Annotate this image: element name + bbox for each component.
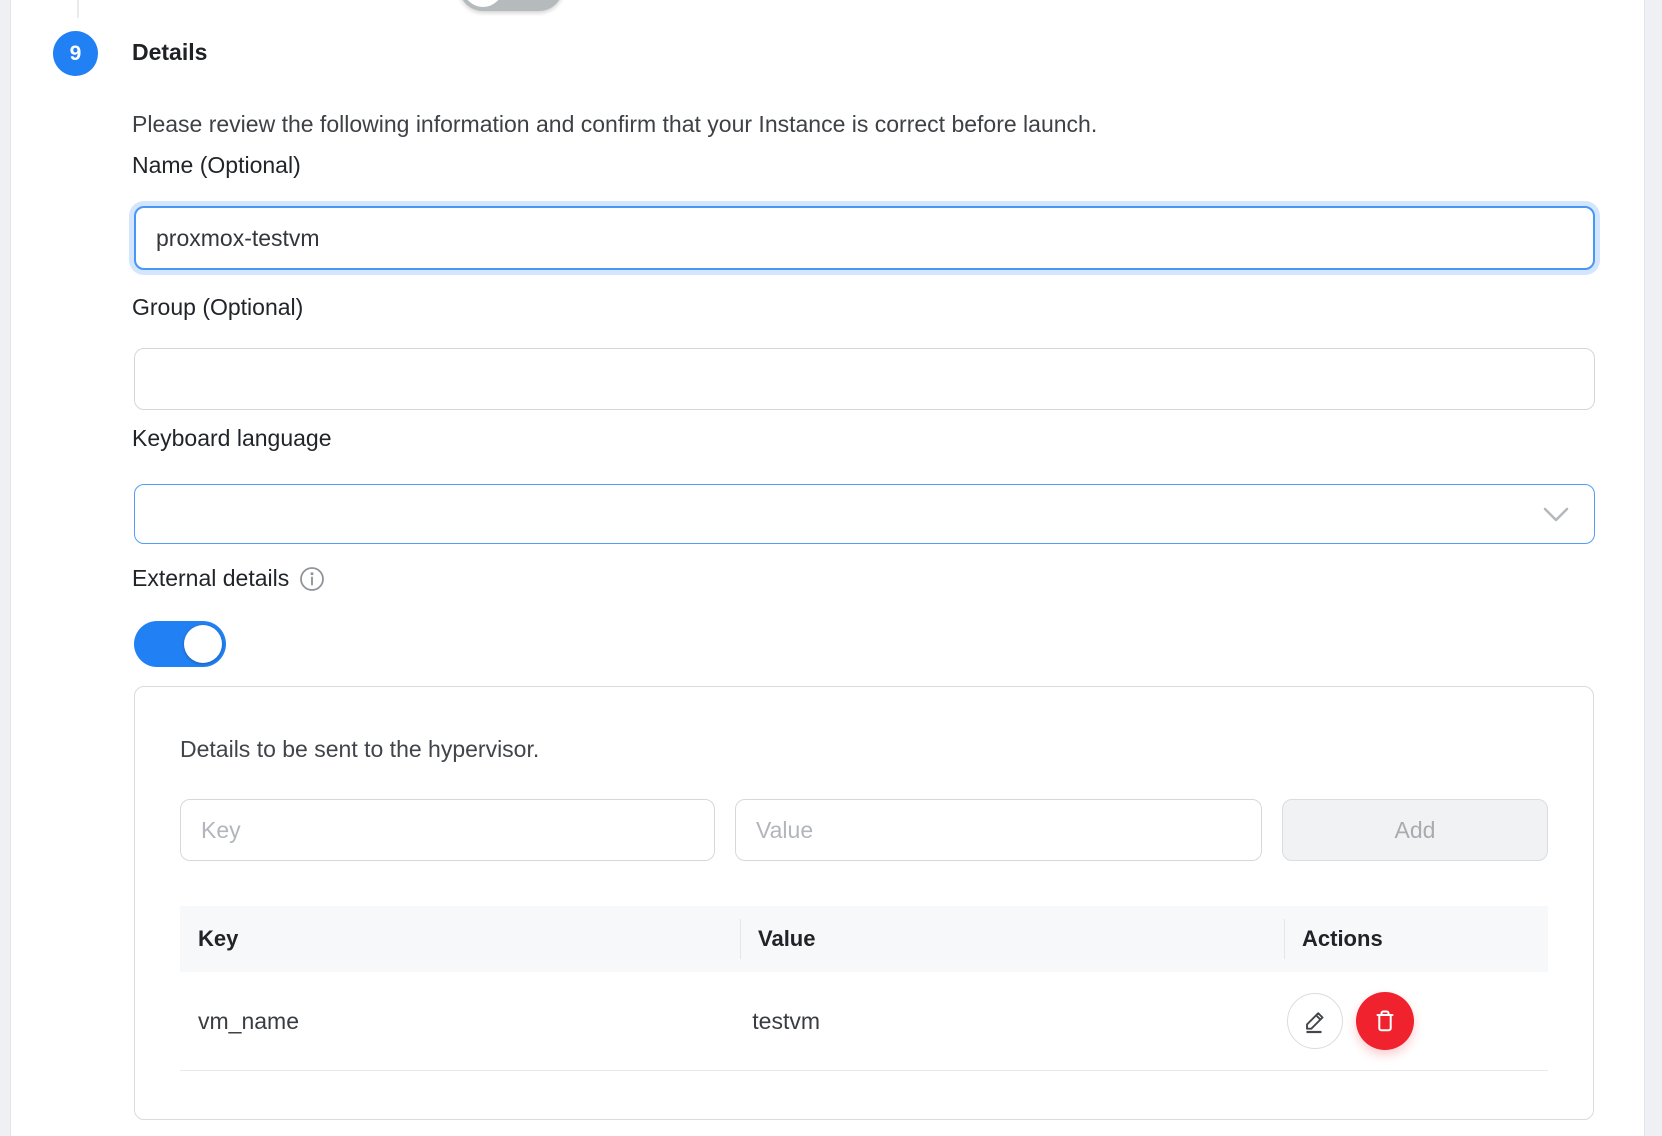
row-value: testvm [734, 1008, 1272, 1035]
hypervisor-details-panel: Details to be sent to the hypervisor. Ad… [134, 686, 1594, 1120]
edit-button[interactable] [1287, 993, 1343, 1049]
chevron-down-icon [1542, 506, 1570, 523]
external-details-label: External details [132, 565, 289, 592]
group-label: Group (Optional) [132, 294, 303, 321]
pencil-icon [1301, 1007, 1329, 1035]
add-button[interactable]: Add [1282, 799, 1548, 861]
key-input[interactable] [180, 799, 715, 861]
header-actions: Actions [1284, 906, 1548, 972]
external-details-row: External details [132, 565, 325, 592]
previous-step-toggle[interactable] [459, 0, 563, 11]
details-table: Key Value Actions vm_name testvm [180, 906, 1548, 1071]
table-header-row: Key Value Actions [180, 906, 1548, 972]
external-details-toggle[interactable] [134, 621, 226, 667]
instance-launch-page: { "step": { "number": "9", "title": "Det… [0, 0, 1662, 1136]
key-value-add-row: Add [180, 799, 1548, 861]
step-number-badge: 9 [53, 31, 98, 76]
step-title: Details [132, 39, 207, 66]
panel-description: Details to be sent to the hypervisor. [180, 736, 539, 763]
table-row: vm_name testvm [180, 972, 1548, 1071]
toggle-knob [463, 0, 503, 7]
trash-icon [1370, 1006, 1400, 1036]
step-number: 9 [70, 42, 82, 66]
toggle-knob [184, 625, 222, 663]
header-key: Key [180, 906, 740, 972]
name-label: Name (Optional) [132, 152, 301, 179]
header-value: Value [740, 906, 1284, 972]
name-input[interactable] [134, 206, 1595, 270]
keyboard-language-select[interactable] [134, 484, 1595, 544]
row-key: vm_name [180, 1008, 734, 1035]
value-input[interactable] [735, 799, 1262, 861]
keyboard-language-label: Keyboard language [132, 425, 332, 452]
step-connector-line [77, 0, 79, 18]
step-description: Please review the following information … [132, 111, 1097, 138]
delete-button[interactable] [1356, 992, 1414, 1050]
row-actions [1273, 992, 1548, 1050]
content-panel: 9 Details Please review the following in… [10, 0, 1645, 1136]
group-input[interactable] [134, 348, 1595, 410]
info-icon[interactable] [299, 566, 325, 592]
